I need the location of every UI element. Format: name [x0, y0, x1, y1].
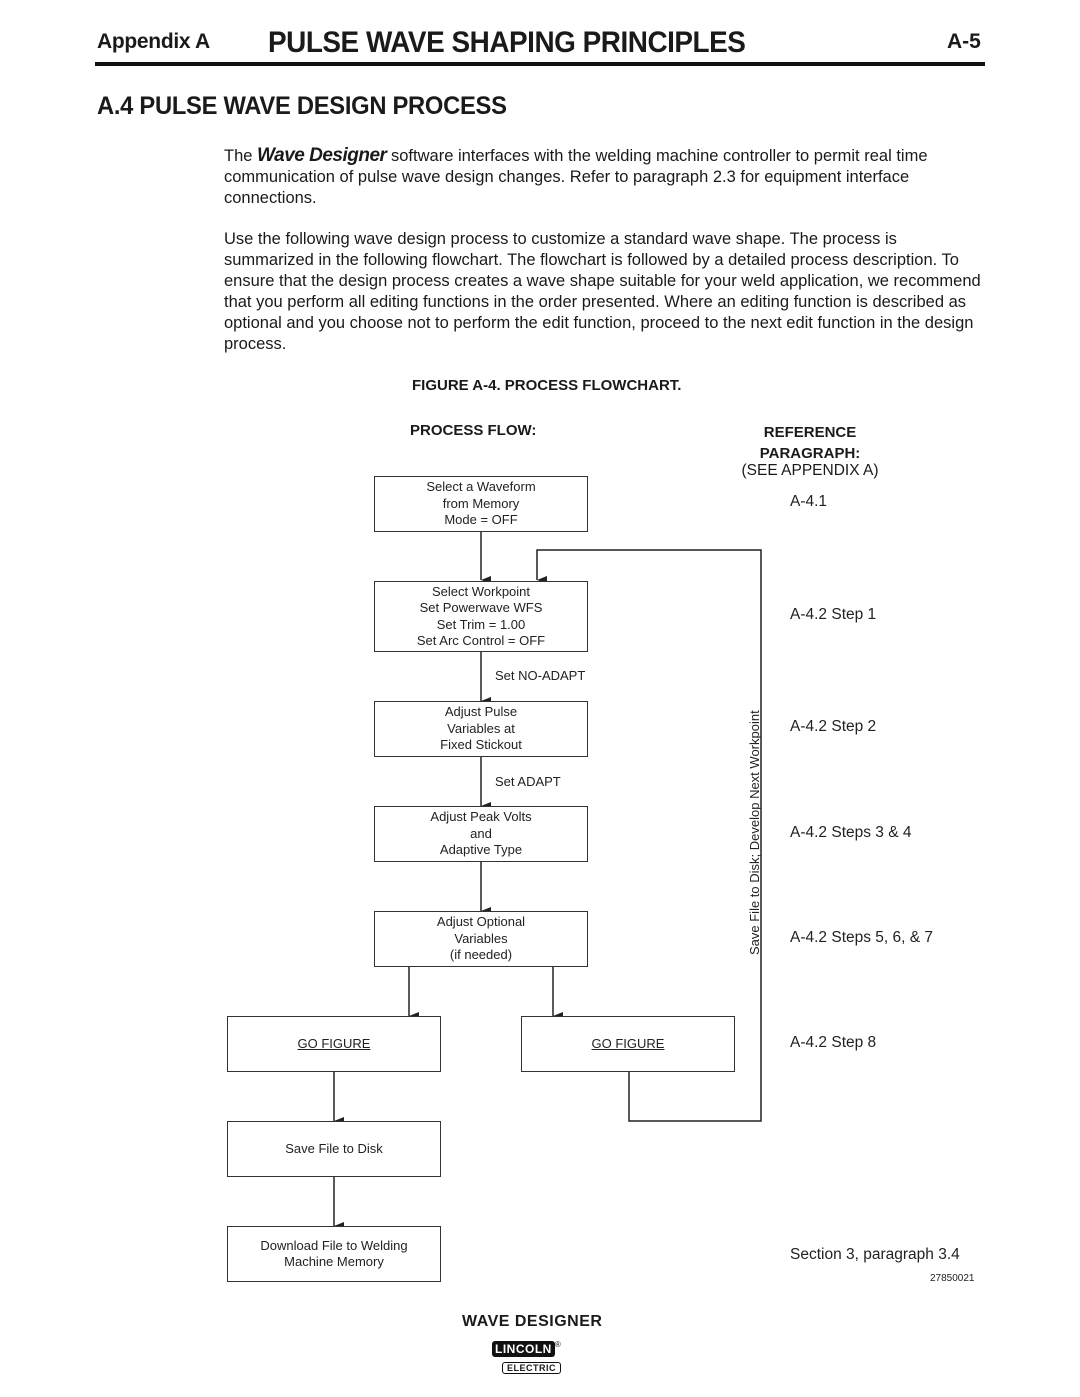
box-save-file: Save File to Disk: [227, 1121, 441, 1177]
reference-section-3-4: Section 3, paragraph 3.4: [790, 1246, 960, 1263]
reference-steps-3-4: A-4.2 Steps 3 & 4: [790, 824, 912, 841]
box-go-figure-left[interactable]: GO FIGURE: [227, 1016, 441, 1072]
box-select-waveform: Select a Waveform from Memory Mode = OFF: [374, 476, 588, 532]
box-adjust-pulse: Adjust Pulse Variables at Fixed Stickout: [374, 701, 588, 757]
label-set-adapt: Set ADAPT: [495, 774, 561, 789]
figure-code: 27850021: [930, 1273, 975, 1284]
box-select-workpoint: Select Workpoint Set Powerwave WFS Set T…: [374, 581, 588, 652]
box-adjust-optional-text: Adjust Optional Variables (if needed): [436, 914, 526, 963]
logo-electric: ELECTRIC: [502, 1362, 561, 1374]
reference-a41: A-4.1: [790, 493, 828, 510]
box-select-workpoint-text: Select Workpoint Set Powerwave WFS Set T…: [416, 583, 546, 649]
box-adjust-optional: Adjust Optional Variables (if needed): [374, 911, 588, 967]
box-adjust-peak: Adjust Peak Volts and Adaptive Type: [374, 806, 588, 862]
box-adjust-peak-text: Adjust Peak Volts and Adaptive Type: [430, 809, 532, 858]
flowchart-connectors: [333, 531, 762, 1230]
reference-steps-5-6-7: A-4.2 Steps 5, 6, & 7: [790, 929, 934, 946]
logo-lincoln: LINCOLN: [492, 1341, 555, 1357]
box-save-file-text: Save File to Disk: [285, 1140, 383, 1156]
box-go-figure-right[interactable]: GO FIGURE: [521, 1016, 735, 1072]
lincoln-electric-logo: LINCOLN ® ELECTRIC: [492, 1340, 561, 1376]
reference-step-8: A-4.2 Step 8: [790, 1034, 877, 1051]
footer-product-name: WAVE DESIGNER: [462, 1313, 603, 1330]
logo-registered-mark: ®: [554, 1340, 561, 1349]
reference-step-2: A-4.2 Step 2: [790, 718, 877, 735]
label-set-no-adapt: Set NO-ADAPT: [495, 668, 586, 683]
box-select-waveform-text: Select a Waveform from Memory Mode = OFF: [426, 479, 536, 528]
go-figure-link-right[interactable]: GO FIGURE: [592, 1036, 665, 1053]
go-figure-link-left[interactable]: GO FIGURE: [298, 1036, 371, 1053]
box-download-file: Download File to Welding Machine Memory: [227, 1226, 441, 1282]
label-loop-save-develop: Save File to Disk; Develop Next Workpoin…: [747, 710, 762, 955]
reference-step-1: A-4.2 Step 1: [790, 606, 877, 623]
box-download-file-text: Download File to Welding Machine Memory: [260, 1237, 408, 1270]
box-adjust-pulse-text: Adjust Pulse Variables at Fixed Stickout: [440, 704, 522, 753]
